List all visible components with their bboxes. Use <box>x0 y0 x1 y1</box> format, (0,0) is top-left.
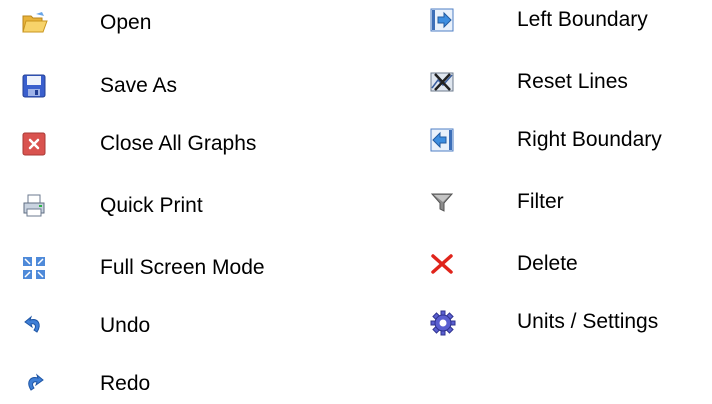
gear-icon <box>430 310 456 336</box>
legend-label-full-screen-mode: Full Screen Mode <box>100 256 265 279</box>
legend-label-filter: Filter <box>517 190 564 213</box>
legend-label-right-boundary: Right Boundary <box>517 128 662 151</box>
legend-label-left-boundary: Left Boundary <box>517 8 648 31</box>
redo-icon <box>22 372 46 396</box>
filter-funnel-icon <box>430 190 454 214</box>
close-all-icon <box>22 132 46 156</box>
legend-label-reset-lines: Reset Lines <box>517 70 628 93</box>
legend-label-delete: Delete <box>517 252 578 275</box>
floppy-disk-icon <box>22 74 46 98</box>
arrow-left-boundary-icon <box>430 128 454 152</box>
legend-label-units-settings: Units / Settings <box>517 310 659 333</box>
legend-label-redo: Redo <box>100 372 151 395</box>
printer-icon <box>22 194 46 218</box>
undo-icon <box>22 314 46 338</box>
legend-label-open: Open <box>100 11 152 34</box>
fullscreen-icon <box>22 256 46 280</box>
legend-label-quick-print: Quick Print <box>100 194 203 217</box>
legend-label-undo: Undo <box>100 314 151 337</box>
reset-lines-icon <box>430 70 454 94</box>
legend-label-close-all-graphs: Close All Graphs <box>100 132 257 155</box>
legend-label-save-as: Save As <box>100 74 178 97</box>
delete-x-icon <box>430 252 454 276</box>
folder-open-icon <box>22 11 48 35</box>
arrow-right-boundary-icon <box>430 8 454 32</box>
